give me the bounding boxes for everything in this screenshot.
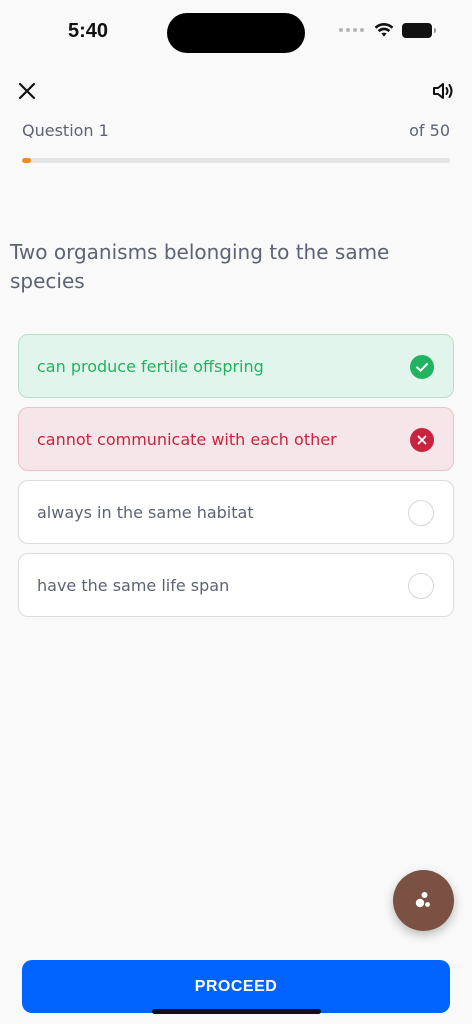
floating-action-button[interactable] (393, 870, 454, 931)
question-total: of 50 (409, 121, 450, 140)
answer-option[interactable]: have the same life span (18, 553, 454, 617)
answer-label: cannot communicate with each other (37, 429, 337, 449)
answer-option[interactable]: always in the same habitat (18, 480, 454, 544)
status-icons (339, 22, 436, 38)
question-text: Two organisms belonging to the same spec… (10, 240, 390, 293)
radio-circle-icon (408, 500, 434, 526)
answer-label: always in the same habitat (37, 502, 254, 522)
bubbles-icon (415, 892, 430, 908)
close-icon[interactable] (16, 80, 38, 102)
answer-option-correct[interactable]: can produce fertile offspring (18, 334, 454, 398)
check-circle-icon (410, 355, 434, 379)
progress-bar (22, 158, 450, 163)
question-counter: Question 1 (22, 121, 109, 140)
dynamic-island (167, 13, 305, 53)
progress-fill (22, 158, 31, 163)
answer-options: can produce fertile offspring cannot com… (18, 334, 454, 626)
answer-label: can produce fertile offspring (37, 356, 264, 376)
speaker-icon[interactable] (432, 80, 456, 102)
x-circle-icon (410, 428, 434, 452)
status-time: 5:40 (68, 20, 109, 42)
radio-circle-icon (408, 573, 434, 599)
signal-icon (339, 28, 364, 32)
status-bar: 5:40 (0, 0, 472, 64)
answer-option-wrong[interactable]: cannot communicate with each other (18, 407, 454, 471)
proceed-button[interactable]: PROCEED (22, 960, 450, 1013)
battery-icon (402, 22, 436, 38)
home-indicator (152, 1009, 321, 1014)
wifi-icon (374, 22, 394, 37)
answer-label: have the same life span (37, 575, 230, 595)
